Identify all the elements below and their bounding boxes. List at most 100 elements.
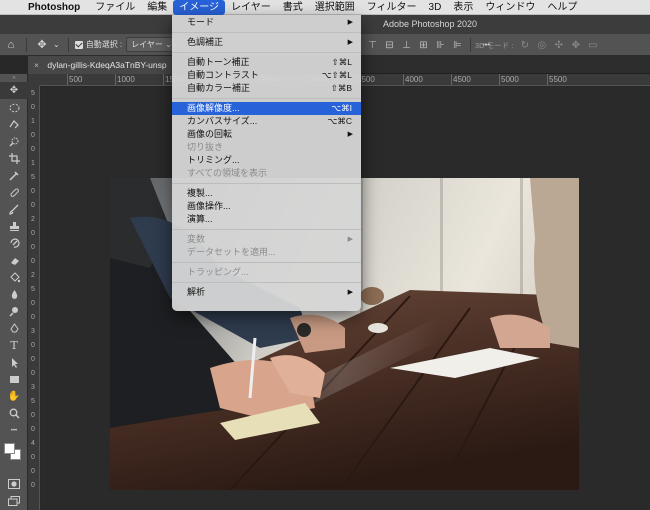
collapse-handle[interactable]: »: [0, 74, 28, 82]
menu-item-1-0[interactable]: 色調補正 ▶: [172, 36, 361, 49]
eyedropper-tool[interactable]: [0, 167, 28, 184]
slide-3d-icon[interactable]: ✥: [567, 40, 584, 51]
crop-tool[interactable]: [0, 150, 28, 167]
menu-item-2-2[interactable]: 自動カラー補正 ⇧⌘B: [172, 82, 361, 95]
brush-icon: [8, 204, 18, 215]
menu-layer[interactable]: レイヤー: [225, 0, 277, 15]
brush-tool[interactable]: [0, 201, 28, 218]
move-icon: ✥: [9, 85, 19, 96]
distribute-v-icon[interactable]: ⊫: [449, 40, 466, 51]
menu-help[interactable]: ヘルプ: [541, 0, 583, 15]
zoom-icon: [9, 408, 20, 419]
document-tab[interactable]: × dylan-gillis-KdeqA3aTnBY-unsp: [28, 56, 172, 74]
type-tool[interactable]: T: [0, 337, 28, 354]
menu-item-7-0[interactable]: 解析 ▶: [172, 286, 361, 299]
quick-selection-tool[interactable]: [0, 133, 28, 150]
ruler-label: 5000: [501, 75, 519, 84]
ruler-label: 0: [31, 230, 35, 237]
lasso-tool[interactable]: [0, 116, 28, 133]
menu-item-label: 演算...: [187, 214, 213, 224]
dodge-tool[interactable]: [0, 303, 28, 320]
edit-toolbar-button[interactable]: •••: [0, 422, 28, 439]
menu-item-4-0[interactable]: 複製...: [172, 187, 361, 200]
dodge-icon: [8, 307, 18, 317]
menu-file[interactable]: ファイル: [89, 0, 141, 15]
distribute-h-icon[interactable]: ⊪: [432, 40, 449, 51]
color-swatches[interactable]: [0, 439, 28, 475]
zoom-tool[interactable]: [0, 405, 28, 422]
menu-item-label: 画像解像度...: [187, 103, 240, 113]
chevron-down-icon[interactable]: ⌄: [53, 40, 60, 49]
vertical-ruler[interactable]: 5 0 1 0 0 1 5 0 0 2 0 0 0 2 5 0 0 3 0 0 0 3 5 0 0 4 0 0 0: [28, 86, 40, 510]
orbit-3d-icon[interactable]: ↻: [516, 40, 533, 51]
history-brush-icon: [9, 238, 20, 248]
home-icon[interactable]: ⌂: [0, 39, 22, 51]
foreground-color[interactable]: [4, 443, 15, 454]
rectangle-icon: [9, 376, 19, 383]
menu-item-4-1[interactable]: 画像操作...: [172, 200, 361, 213]
pen-icon: [9, 323, 19, 333]
align-vcenter-icon[interactable]: ⊟: [381, 40, 398, 51]
menu-separator: [172, 282, 361, 283]
marquee-tool[interactable]: [0, 99, 28, 116]
menu-3d[interactable]: 3D: [423, 0, 448, 15]
close-tab-icon[interactable]: ×: [34, 60, 39, 70]
ruler-label: 0: [31, 244, 35, 251]
menu-item-4-2[interactable]: 演算...: [172, 213, 361, 226]
ruler-label: 5: [31, 90, 35, 97]
clone-stamp-tool[interactable]: [0, 218, 28, 235]
gradient-tool[interactable]: [0, 269, 28, 286]
healing-brush-tool[interactable]: [0, 184, 28, 201]
move-tool[interactable]: ✥: [0, 82, 28, 99]
submenu-arrow-icon: ▶: [347, 289, 353, 296]
menu-edit[interactable]: 編集: [141, 0, 173, 15]
menu-item-3-4[interactable]: トリミング...: [172, 154, 361, 167]
bandage-icon: [9, 188, 19, 197]
ruler-label: 500: [69, 75, 83, 84]
menu-separator: [172, 98, 361, 99]
auto-select-checkbox[interactable]: [74, 40, 83, 49]
app-menu-photoshop[interactable]: Photoshop: [24, 2, 89, 13]
hand-tool[interactable]: ✋: [0, 388, 28, 405]
chevron-down-icon: ⌄: [165, 40, 172, 49]
menu-select[interactable]: 選択範囲: [309, 0, 361, 15]
rectangle-tool[interactable]: [0, 371, 28, 388]
menu-item-2-0[interactable]: 自動トーン補正 ⇧⌘L: [172, 56, 361, 69]
pen-tool[interactable]: [0, 320, 28, 337]
menu-type[interactable]: 書式: [277, 0, 309, 15]
drag-3d-icon[interactable]: ✣: [550, 40, 567, 51]
more-icon: •••: [10, 427, 18, 434]
align-bottom-icon[interactable]: ⊥: [398, 40, 415, 51]
menu-item-0-0[interactable]: モード ▶: [172, 16, 361, 29]
photoshop-window: Photoshop ファイル 編集 イメージ レイヤー 書式 選択範囲 フィルタ…: [0, 0, 650, 510]
move-tool-icon[interactable]: ✥: [31, 38, 53, 51]
image-menu-dropdown: モード ▶ 色調補正 ▶ 自動トーン補正 ⇧⌘L 自動コントラスト ⌥⇧⌘L 自動カラー補正 ⇧⌘…: [172, 15, 361, 311]
quick-mask-button[interactable]: [0, 475, 28, 492]
menu-item-3-2[interactable]: 画像の回転 ▶: [172, 128, 361, 141]
path-selection-tool[interactable]: [0, 354, 28, 371]
ruler-corner[interactable]: [28, 74, 40, 86]
distribute-icon[interactable]: ⊞: [415, 40, 432, 51]
menu-image[interactable]: イメージ: [173, 0, 226, 15]
menu-item-2-1[interactable]: 自動コントラスト ⌥⇧⌘L: [172, 69, 361, 82]
screen-mode-button[interactable]: [0, 492, 28, 509]
menu-item-3-0[interactable]: 画像解像度... ⌥⌘I: [172, 102, 361, 115]
menu-window[interactable]: ウィンドウ: [479, 0, 541, 15]
menu-item-label: 複製...: [187, 188, 213, 198]
camera-3d-icon[interactable]: ▭: [584, 40, 601, 51]
ruler-label: 1: [31, 118, 35, 125]
type-icon: T: [10, 339, 18, 352]
ruler-label: 1: [31, 160, 35, 167]
history-brush-tool[interactable]: [0, 235, 28, 252]
roll-3d-icon[interactable]: ◎: [533, 40, 550, 51]
ruler-label: 3: [31, 328, 35, 335]
menu-item-3-1[interactable]: カンバスサイズ... ⌥⌘C: [172, 115, 361, 128]
auto-select-dropdown[interactable]: レイヤー ⌄: [126, 37, 177, 52]
eraser-tool[interactable]: [0, 252, 28, 269]
menu-filter[interactable]: フィルター: [361, 0, 423, 15]
blur-tool[interactable]: [0, 286, 28, 303]
ruler-tick: [547, 74, 548, 85]
align-top-icon[interactable]: ⊤: [364, 40, 381, 51]
menu-view[interactable]: 表示: [447, 0, 479, 15]
menu-item-label: トラッピング...: [187, 267, 249, 277]
